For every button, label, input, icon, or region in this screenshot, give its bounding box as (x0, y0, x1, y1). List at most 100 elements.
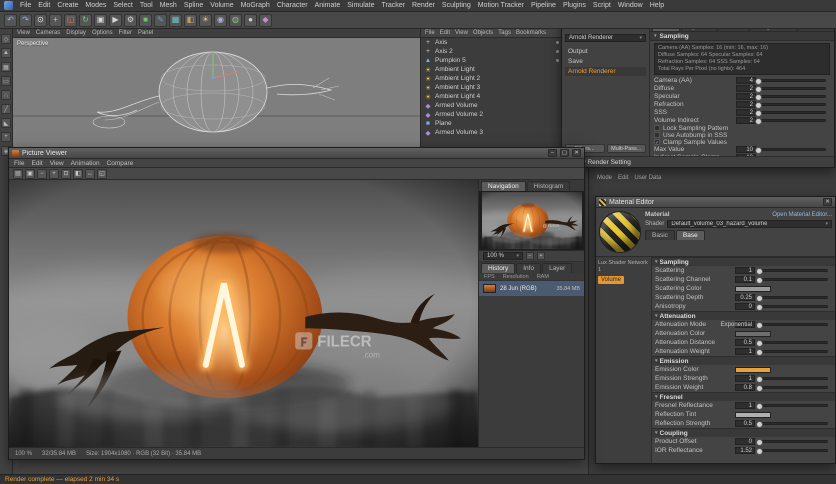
param-value-field[interactable]: 0.5 (735, 339, 755, 346)
menu-item[interactable]: Volume (210, 2, 233, 9)
object-manager-menu-item[interactable]: File (425, 30, 435, 36)
render-preset-row[interactable]: My Render Setting (562, 156, 834, 167)
menu-item[interactable]: Motion Tracker (478, 2, 524, 9)
material-param-row[interactable]: ▾ Attenuation Color (652, 329, 835, 338)
param-slider[interactable] (759, 119, 826, 122)
object-manager-menu-item[interactable]: View (455, 30, 468, 36)
picture-viewer-menu-item[interactable]: Animation (71, 160, 100, 167)
viewport-menu-item[interactable]: Options (92, 30, 113, 36)
color-swatch[interactable] (735, 285, 771, 292)
viewport-menu-item[interactable]: Cameras (36, 30, 60, 36)
material-param-row[interactable]: ▾ Emission Color (652, 365, 835, 374)
light-icon[interactable]: ☀ (199, 13, 212, 27)
material-param-row[interactable]: ▾ Scattering Color (652, 284, 835, 293)
points-mode-icon[interactable]: ∴ (1, 90, 11, 100)
menu-item[interactable]: Tracker (381, 2, 404, 9)
material-param-row[interactable]: ▾ Attenuation Weight 1 (652, 347, 835, 356)
param-slider[interactable] (760, 422, 828, 425)
param-slider[interactable] (760, 323, 828, 326)
close-icon[interactable]: ✕ (823, 198, 832, 206)
param-value-field[interactable]: 2 (736, 85, 756, 92)
object-manager-menu-item[interactable]: Objects (473, 30, 493, 36)
material-icon[interactable]: ● (244, 13, 257, 27)
menu-item[interactable]: Character (277, 2, 308, 9)
menu-item[interactable]: Create (57, 2, 78, 9)
move-icon[interactable]: + (49, 13, 62, 27)
material-param-row[interactable]: ▾ Reflection Strength 0.5 (652, 419, 835, 428)
param-value-field[interactable]: 0.1 (735, 276, 755, 283)
param-slider[interactable] (760, 350, 828, 353)
menu-item[interactable]: Simulate (347, 2, 374, 9)
sidebar-lower-tab[interactable]: History (481, 263, 516, 273)
menu-item[interactable]: Window (618, 2, 643, 9)
attribute-manager-menu-item[interactable]: User Data (634, 175, 661, 181)
menu-item[interactable]: Script (593, 2, 611, 9)
sidebar-tab[interactable]: Navigation (481, 181, 526, 191)
zoom-dropdown[interactable]: 100 % ▾ (483, 252, 523, 260)
material-editor-titlebar[interactable]: Material Editor ✕ (596, 197, 835, 208)
settings-tree-item[interactable]: Save (565, 57, 646, 66)
picture-viewer-menu-item[interactable]: File (14, 160, 24, 167)
material-tab[interactable]: Base (675, 230, 705, 240)
live-selection-icon[interactable]: ⊙ (34, 13, 47, 27)
menu-item[interactable]: Edit (38, 2, 50, 9)
zoom-out-stepper[interactable]: − (526, 252, 534, 260)
navigation-thumbnail[interactable] (479, 191, 584, 251)
material-param-row[interactable]: ▾ Anisotropy 0 (652, 302, 835, 311)
param-value-field[interactable]: Exponential (721, 321, 755, 328)
param-slider[interactable] (760, 449, 828, 452)
menu-item[interactable]: Plugins (563, 2, 586, 9)
attribute-manager-menu-item[interactable]: Mode (597, 175, 612, 181)
editor-visibility-dot[interactable] (556, 50, 559, 53)
param-slider[interactable] (759, 87, 826, 90)
object-name[interactable]: Pumpkin 5 (435, 57, 553, 64)
param-slider[interactable] (759, 111, 826, 114)
viewport-panel[interactable]: View Cameras Display Options Filter Panel Per… (13, 29, 420, 147)
environment-icon[interactable]: ◍ (229, 13, 242, 27)
sidebar-tab[interactable]: Histogram (526, 181, 571, 191)
viewport-menu-item[interactable]: View (17, 30, 30, 36)
spline-pen-icon[interactable]: ✎ (154, 13, 167, 27)
material-param-row[interactable]: ▾ Emission Weight 0.8 (652, 383, 835, 392)
menu-item[interactable]: Select (113, 2, 132, 9)
object-manager-menu-item[interactable]: Tags (498, 30, 511, 36)
camera-icon[interactable]: ◉ (214, 13, 227, 27)
render-settings-icon[interactable]: ⚙ (124, 13, 137, 27)
zoom-in-icon[interactable]: + (49, 168, 59, 179)
object-name[interactable]: Armed Volume 2 (435, 111, 563, 118)
material-param-row[interactable]: ▾ Emission (652, 356, 835, 365)
object-name[interactable]: Ambient Light 3 (435, 84, 563, 91)
param-value-field[interactable]: 1.52 (735, 447, 755, 454)
picture-viewer-titlebar[interactable]: Picture Viewer – ▢ ✕ (9, 148, 584, 159)
material-param-row[interactable]: ▾ Emission Strength 1 (652, 374, 835, 383)
material-param-row[interactable]: ▾ IOR Reflectance 1.52 (652, 446, 835, 455)
make-editable-icon[interactable]: ◇ (1, 34, 11, 44)
scale-icon[interactable]: ◱ (64, 13, 77, 27)
app-logo-icon[interactable] (4, 1, 13, 10)
zoom-out-icon[interactable]: − (37, 168, 47, 179)
extrude-icon[interactable]: ◧ (184, 13, 197, 27)
render-settings-button[interactable]: Multi-Pass... (606, 144, 646, 153)
menu-item[interactable]: Sculpting (442, 2, 471, 9)
menu-item[interactable]: Spline (184, 2, 203, 9)
fit-image-icon[interactable]: ⊡ (61, 168, 71, 179)
param-value-field[interactable]: 0 (735, 303, 755, 310)
material-param-row[interactable]: ▾ Sampling (652, 257, 835, 266)
object-name[interactable]: Ambient Light 2 (435, 75, 563, 82)
workplane-mode-icon[interactable]: ▭ (1, 76, 11, 86)
param-value-field[interactable]: 1 (735, 267, 755, 274)
param-slider[interactable] (760, 269, 828, 272)
menu-item[interactable]: Tool (140, 2, 153, 9)
material-param-row[interactable]: ▾ Attenuation (652, 311, 835, 320)
edges-mode-icon[interactable]: ╱ (1, 104, 11, 114)
param-value-field[interactable]: 0 (735, 438, 755, 445)
param-slider[interactable] (760, 305, 828, 308)
rotate-icon[interactable]: ↻ (79, 13, 92, 27)
param-slider[interactable] (759, 95, 826, 98)
swap-ab-icon[interactable]: ↔ (85, 168, 95, 179)
material-param-row[interactable]: ▾ Scattering 1 (652, 266, 835, 275)
settings-tree-item[interactable]: Arnold Renderer (565, 67, 646, 76)
object-name[interactable]: Axis 2 (435, 48, 553, 55)
color-swatch[interactable] (735, 330, 771, 337)
param-value-field[interactable]: 2 (736, 93, 756, 100)
